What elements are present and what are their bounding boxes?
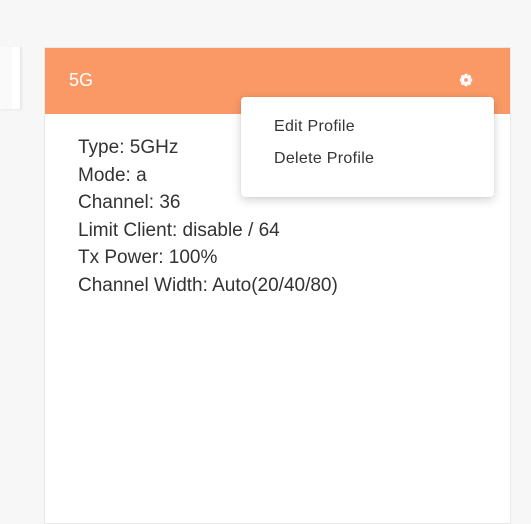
menu-item-delete-profile[interactable]: Delete Profile (241, 146, 494, 178)
detail-tx-power: Tx Power: 100% (78, 247, 218, 268)
adjacent-profile-card[interactable] (0, 47, 21, 109)
detail-limit-client: Limit Client: disable / 64 (78, 219, 280, 241)
adjacent-card-edge (0, 47, 12, 109)
menu-item-edit-profile[interactable]: Edit Profile (241, 114, 494, 146)
profile-context-menu: Edit Profile Delete Profile (241, 97, 494, 197)
page: 5G Type: 5GHz Mode: a Channel: 36 Limit … (0, 0, 531, 524)
detail-channel-width: Channel Width: Auto(20/40/80) (78, 274, 338, 296)
card-title: 5G (69, 70, 94, 90)
gear-icon[interactable] (458, 72, 474, 88)
